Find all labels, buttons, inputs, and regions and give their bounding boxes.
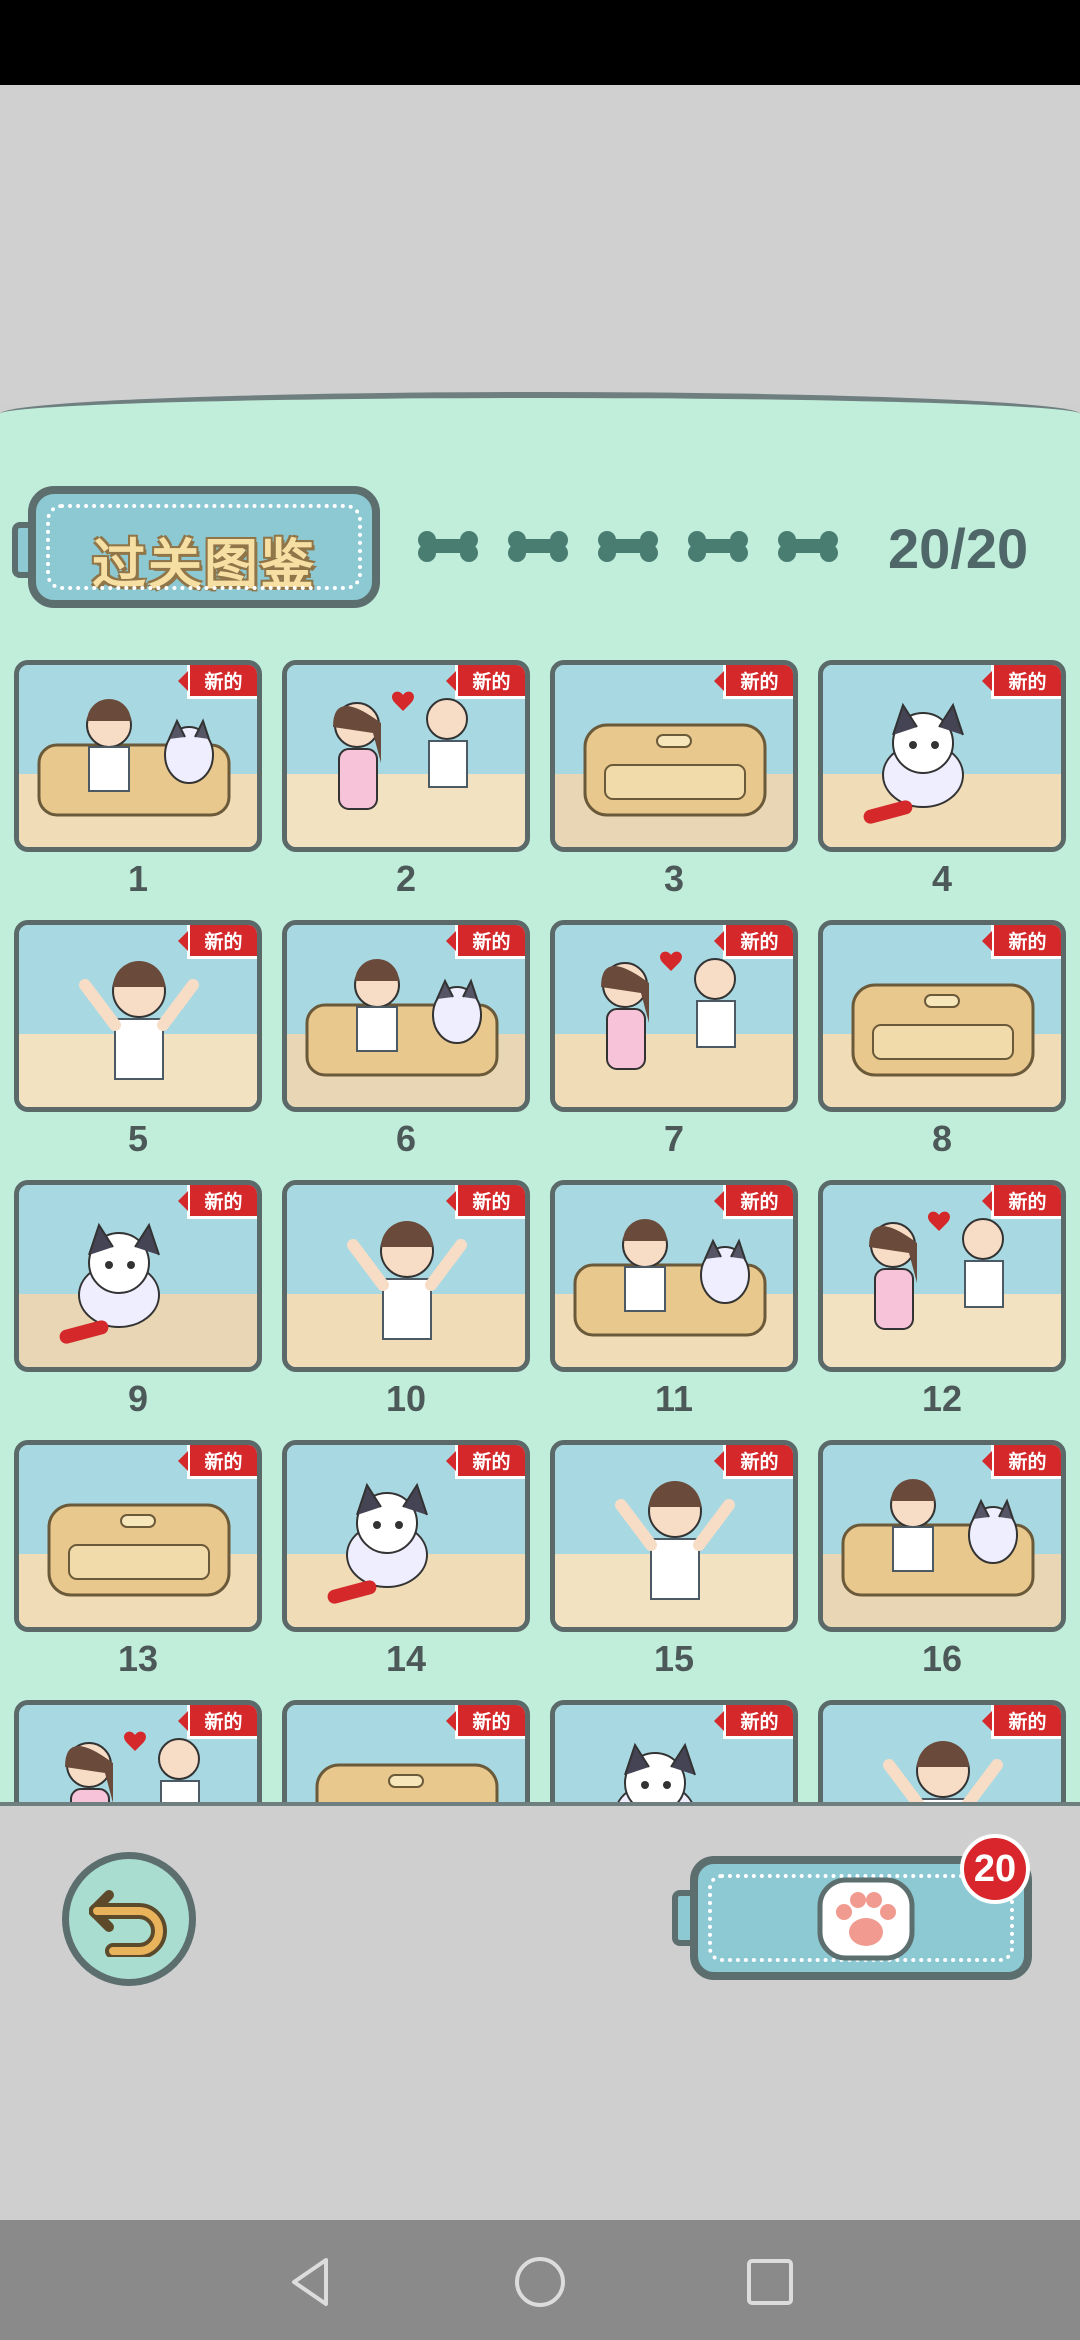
level-number: 9 — [127, 1378, 149, 1419]
level-card-2[interactable]: 新的 — [282, 660, 530, 852]
new-badge: 新的 — [714, 1185, 793, 1219]
level-card-3[interactable]: 新的 — [550, 660, 798, 852]
new-badge: 新的 — [178, 1705, 257, 1739]
new-badge: 新的 — [446, 1185, 525, 1219]
level-number: 7 — [663, 1118, 685, 1159]
page-title: 过关图鉴 — [92, 533, 316, 596]
paw-count-badge: 20 — [960, 1834, 1030, 1904]
collection-panel: 过关图鉴 20/20 新的 1 新的 2 新的 3 新的 4 新的 5 新的 6 新的 7 新的 8 新的 9 新的… — [0, 392, 1080, 1802]
level-card-19[interactable]: 新的 — [550, 1700, 798, 1802]
level-card-16[interactable]: 新的 — [818, 1440, 1066, 1632]
new-badge: 新的 — [178, 1445, 257, 1479]
new-badge: 新的 — [714, 665, 793, 699]
level-number: 8 — [931, 1118, 953, 1159]
level-number: 16 — [921, 1638, 963, 1679]
level-card-10[interactable]: 新的 — [282, 1180, 530, 1372]
new-badge: 新的 — [714, 925, 793, 959]
level-number: 11 — [654, 1378, 694, 1419]
level-number: 12 — [921, 1378, 963, 1419]
new-badge: 新的 — [714, 1705, 793, 1739]
level-card-9[interactable]: 新的 — [14, 1180, 262, 1372]
bone-icon — [418, 528, 478, 564]
level-card-5[interactable]: 新的 — [14, 920, 262, 1112]
new-badge: 新的 — [982, 925, 1061, 959]
new-badge: 新的 — [982, 665, 1061, 699]
level-number: 10 — [385, 1378, 427, 1419]
bone-icon — [688, 528, 748, 564]
new-badge: 新的 — [178, 665, 257, 699]
new-badge: 新的 — [446, 1445, 525, 1479]
undo-arrow-icon — [89, 1890, 167, 1957]
title-badge: 过关图鉴 — [28, 486, 380, 608]
level-number: 6 — [395, 1118, 417, 1159]
back-button[interactable] — [62, 1852, 196, 1986]
new-badge: 新的 — [178, 1185, 257, 1219]
level-number: 14 — [385, 1638, 427, 1679]
paw-button[interactable]: 20 — [690, 1834, 1032, 1980]
bone-icon — [778, 528, 838, 564]
new-badge: 新的 — [714, 1445, 793, 1479]
nav-home-icon[interactable] — [512, 2254, 568, 2310]
level-number: 13 — [117, 1638, 159, 1679]
level-card-14[interactable]: 新的 — [282, 1440, 530, 1632]
new-badge: 新的 — [446, 925, 525, 959]
level-number: 4 — [931, 858, 953, 899]
ad-area — [0, 85, 1080, 405]
system-nav-bar — [0, 2220, 1080, 2340]
level-number: 1 — [127, 858, 149, 899]
level-card-4[interactable]: 新的 — [818, 660, 1066, 852]
level-card-17[interactable]: 新的 — [14, 1700, 262, 1802]
paw-icon — [817, 1877, 915, 1961]
new-badge: 新的 — [446, 665, 525, 699]
level-card-18[interactable]: 新的 — [282, 1700, 530, 1802]
level-number: 15 — [653, 1638, 695, 1679]
level-number: 3 — [663, 858, 685, 899]
level-number: 2 — [395, 858, 417, 899]
bone-progress — [418, 528, 838, 564]
level-card-1[interactable]: 新的 — [14, 660, 262, 852]
status-bar — [0, 0, 1080, 85]
level-card-12[interactable]: 新的 — [818, 1180, 1066, 1372]
bone-icon — [598, 528, 658, 564]
level-number: 5 — [127, 1118, 149, 1159]
level-card-8[interactable]: 新的 — [818, 920, 1066, 1112]
level-card-13[interactable]: 新的 — [14, 1440, 262, 1632]
new-badge: 新的 — [178, 925, 257, 959]
new-badge: 新的 — [982, 1445, 1061, 1479]
new-badge: 新的 — [446, 1705, 525, 1739]
progress-text: 20/20 — [888, 517, 1029, 580]
level-card-15[interactable]: 新的 — [550, 1440, 798, 1632]
level-card-6[interactable]: 新的 — [282, 920, 530, 1112]
level-card-11[interactable]: 新的 — [550, 1180, 798, 1372]
nav-recents-icon[interactable] — [742, 2254, 798, 2310]
new-badge: 新的 — [982, 1705, 1061, 1739]
new-badge: 新的 — [982, 1185, 1061, 1219]
level-card-7[interactable]: 新的 — [550, 920, 798, 1112]
level-card-20[interactable]: 新的 — [818, 1700, 1066, 1802]
nav-back-icon[interactable] — [282, 2254, 338, 2310]
bone-icon — [508, 528, 568, 564]
